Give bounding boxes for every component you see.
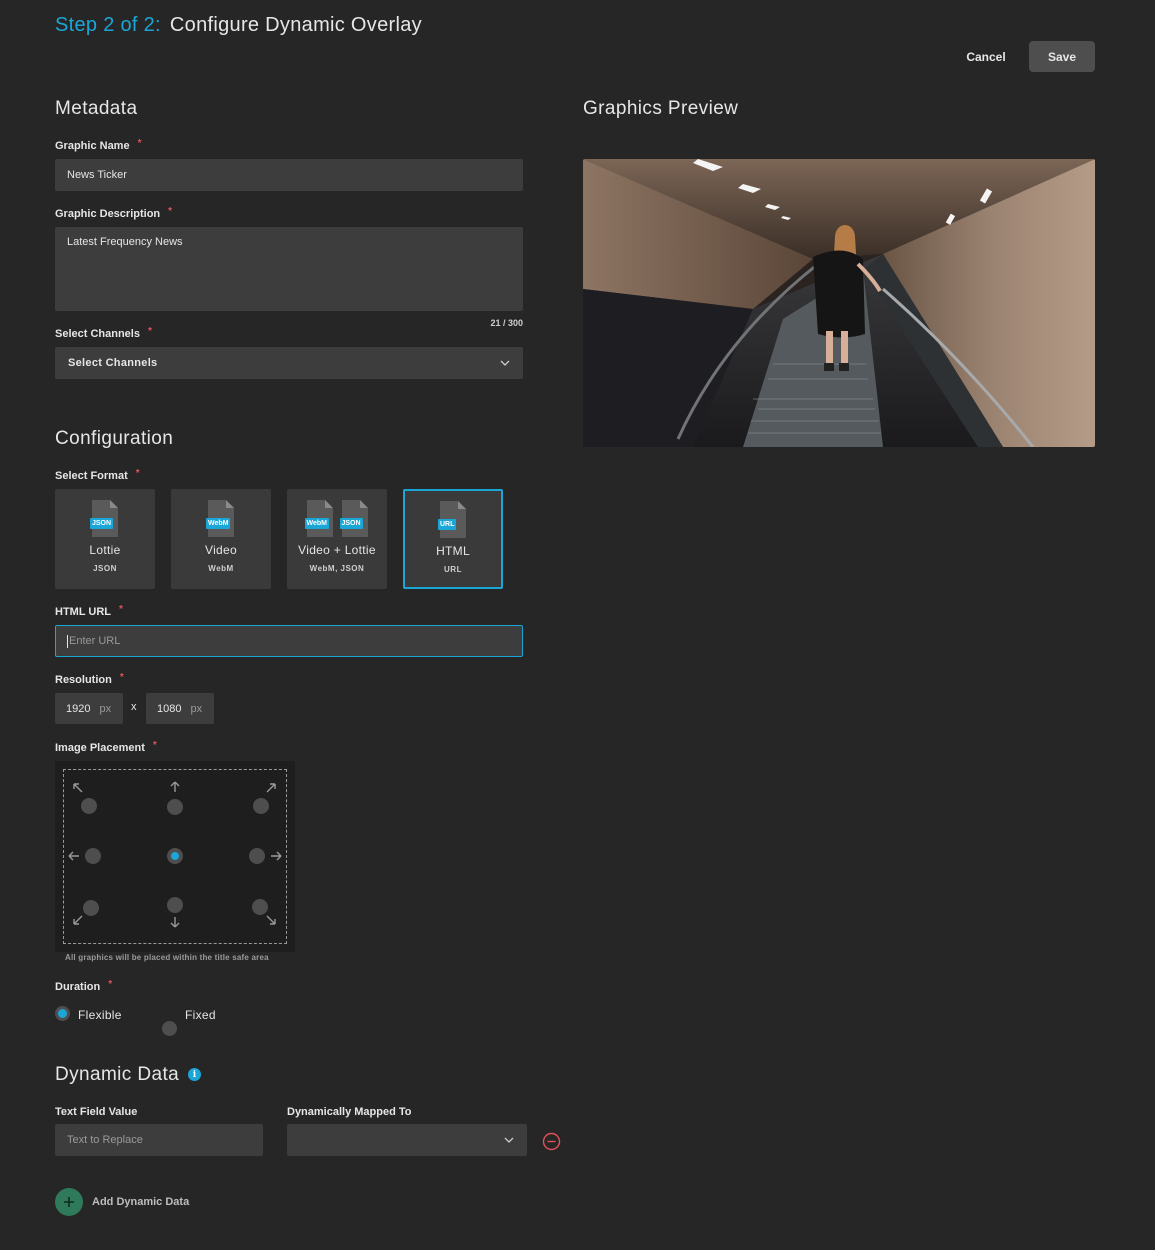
dynamically-mapped-label: Dynamically Mapped To <box>287 1106 412 1118</box>
placement-bottom-center[interactable] <box>167 897 183 913</box>
image-placement-label: Image Placement * <box>55 740 157 754</box>
page-title-text: Configure Dynamic Overlay <box>169 14 422 36</box>
graphics-preview-image <box>583 159 1095 447</box>
duration-flexible-label: Flexible <box>78 1008 122 1022</box>
text-field-value-input[interactable]: Text to Replace <box>55 1124 263 1156</box>
metadata-heading: Metadata <box>55 98 138 119</box>
select-channels-value: Select Channels <box>68 357 158 369</box>
resolution-separator: x <box>131 701 137 713</box>
html-url-label: HTML URL * <box>55 604 123 618</box>
format-tile-html[interactable]: URL HTML URL <box>403 489 503 589</box>
duration-fixed-radio[interactable] <box>162 1021 177 1036</box>
cancel-button[interactable]: Cancel <box>952 41 1020 72</box>
preview-heading: Graphics Preview <box>583 98 739 119</box>
image-placement-grid <box>55 761 295 952</box>
duration-label: Duration * <box>55 979 113 993</box>
chevron-down-icon <box>500 360 510 366</box>
placement-caption: All graphics will be placed within the t… <box>65 953 269 962</box>
char-counter: 21 / 300 <box>490 318 523 328</box>
format-extension: JSON <box>93 564 117 573</box>
configuration-heading: Configuration <box>55 428 174 449</box>
graphic-description-field[interactable]: Latest Frequency News <box>55 227 523 311</box>
placement-middle-left[interactable] <box>85 848 101 864</box>
arrow-down-right-icon <box>266 915 276 925</box>
format-extension: WebM, JSON <box>309 564 365 573</box>
add-dynamic-data-button[interactable] <box>55 1188 83 1216</box>
save-button[interactable]: Save <box>1029 41 1095 72</box>
graphic-description-label: Graphic Description * <box>55 206 173 220</box>
html-url-input[interactable]: Enter URL <box>55 625 523 657</box>
arrow-down-icon <box>170 917 180 928</box>
format-name: Video + Lottie <box>298 543 376 557</box>
arrow-down-left-icon <box>73 915 83 925</box>
file-json-icon: JSON <box>339 500 368 537</box>
placement-top-center[interactable] <box>167 799 183 815</box>
placement-middle-right[interactable] <box>249 848 265 864</box>
chevron-down-icon <box>504 1137 514 1143</box>
placement-center[interactable] <box>167 848 183 864</box>
info-icon[interactable]: i <box>188 1068 201 1081</box>
select-channels-label: Select Channels * <box>55 326 152 340</box>
duration-flexible-radio[interactable] <box>55 1006 70 1021</box>
plus-icon <box>64 1197 74 1207</box>
text-cursor <box>67 634 68 648</box>
arrow-up-right-icon <box>266 783 276 793</box>
dynamically-mapped-dropdown[interactable] <box>287 1124 527 1156</box>
arrow-up-left-icon <box>73 783 83 793</box>
add-dynamic-data-label[interactable]: Add Dynamic Data <box>92 1196 189 1208</box>
placement-bottom-left[interactable] <box>83 900 99 916</box>
format-tile-video[interactable]: WebM Video WebM <box>171 489 271 589</box>
file-webm-icon: WebM <box>206 500 234 537</box>
resolution-height-input[interactable]: 1080 px <box>146 693 214 724</box>
file-webm-icon: WebM <box>304 500 333 537</box>
file-json-icon: JSON <box>90 500 118 537</box>
format-name: Video <box>205 543 237 557</box>
placement-top-right[interactable] <box>253 798 269 814</box>
format-extension: URL <box>444 565 462 574</box>
html-url-placeholder: Enter URL <box>69 635 121 647</box>
step-indicator: Step 2 of 2: <box>55 14 161 36</box>
format-extension: WebM <box>208 564 234 573</box>
page-title: Step 2 of 2: Configure Dynamic Overlay <box>55 14 422 37</box>
select-channels-dropdown[interactable]: Select Channels <box>55 347 523 379</box>
placement-top-left[interactable] <box>81 798 97 814</box>
arrow-left-icon <box>68 851 79 861</box>
arrow-right-icon <box>271 851 282 861</box>
format-name: HTML <box>436 544 470 558</box>
graphic-name-field[interactable]: News Ticker <box>55 159 523 191</box>
graphic-name-label: Graphic Name * <box>55 138 142 152</box>
arrow-up-icon <box>170 781 180 792</box>
remove-row-icon[interactable] <box>542 1132 561 1151</box>
placement-bottom-right[interactable] <box>252 899 268 915</box>
file-url-icon: URL <box>438 501 466 538</box>
select-format-label: Select Format * <box>55 468 140 482</box>
format-tile-lottie[interactable]: JSON Lottie JSON <box>55 489 155 589</box>
resolution-label: Resolution * <box>55 672 124 686</box>
format-name: Lottie <box>89 543 121 557</box>
dynamic-data-heading: Dynamic Data <box>55 1064 180 1085</box>
resolution-width-input[interactable]: 1920 px <box>55 693 123 724</box>
text-field-value-label: Text Field Value <box>55 1106 138 1118</box>
format-tile-video-lottie[interactable]: WebM JSON Video + Lottie WebM, JSON <box>287 489 387 589</box>
duration-fixed-label: Fixed <box>185 1008 216 1022</box>
